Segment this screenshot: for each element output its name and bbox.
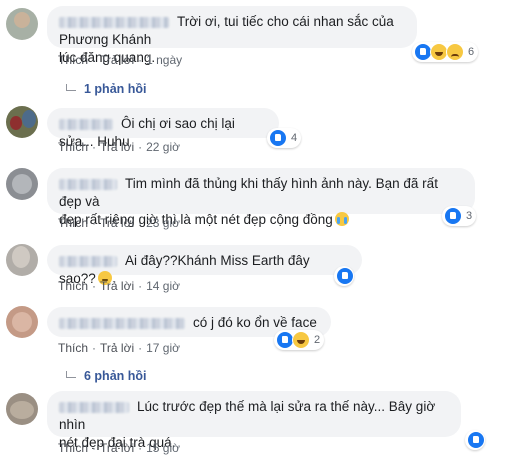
reaction-count: 4 xyxy=(291,132,298,144)
comment-actions: Thích · Trả lời · 15 giờ xyxy=(58,441,180,455)
sad-reaction-icon xyxy=(446,43,464,61)
view-replies-link[interactable]: 6 phản hồi xyxy=(66,369,147,383)
like-link[interactable]: Thích xyxy=(58,341,88,355)
comment-actions: Thích · Trả lời · 23 giờ xyxy=(58,216,180,230)
comment-bubble: Trời ơi, tui tiếc cho cái nhan sắc của P… xyxy=(47,6,417,65)
reaction-summary[interactable]: 4 xyxy=(267,128,302,148)
comment-actions: Thích · Trả lời · 17 giờ xyxy=(58,341,180,355)
author-name-redacted[interactable] xyxy=(59,255,117,267)
avatar[interactable] xyxy=(6,393,38,425)
comment-bubble: Ôi chị ơi sao chị lại sửa... Huhu xyxy=(47,108,279,149)
avatar[interactable] xyxy=(6,306,38,338)
reaction-count: 2 xyxy=(314,334,321,346)
reply-link[interactable]: Trả lời xyxy=(100,441,134,455)
comment-text: có j đó ko ổn về face xyxy=(193,315,317,330)
timestamp[interactable]: 22 giờ xyxy=(146,140,180,154)
like-reaction-icon xyxy=(467,431,485,449)
reaction-summary[interactable]: 6 xyxy=(412,42,479,62)
comment-actions: Thích · Trả lời · 14 giờ xyxy=(58,279,180,293)
reply-arrow-icon xyxy=(66,371,76,378)
reply-link[interactable]: Trả lời xyxy=(100,279,134,293)
author-name-redacted[interactable] xyxy=(59,118,113,130)
timestamp[interactable]: 15 giờ xyxy=(146,441,180,455)
comment-actions: Thích · Trả lời · 1 ngày xyxy=(58,53,183,67)
like-link[interactable]: Thích xyxy=(58,216,88,230)
reaction-count: 6 xyxy=(468,46,475,58)
like-link[interactable]: Thích xyxy=(58,279,88,293)
reply-link[interactable]: Trả lời xyxy=(100,53,134,67)
author-name-redacted[interactable] xyxy=(59,317,185,329)
avatar[interactable] xyxy=(6,8,38,40)
reaction-summary[interactable]: 2 xyxy=(274,330,325,350)
author-name-redacted[interactable] xyxy=(59,178,117,190)
like-reaction-icon xyxy=(336,267,354,285)
timestamp[interactable]: 23 giờ xyxy=(146,216,180,230)
timestamp[interactable]: 17 giờ xyxy=(146,341,180,355)
like-link[interactable]: Thích xyxy=(58,53,88,67)
reaction-summary[interactable] xyxy=(465,430,485,450)
author-name-redacted[interactable] xyxy=(59,16,169,28)
author-name-redacted[interactable] xyxy=(59,401,129,413)
avatar[interactable] xyxy=(6,106,38,138)
reply-link[interactable]: Trả lời xyxy=(100,140,134,154)
comment-bubble: Lúc trước đẹp thế mà lại sửa ra thế này.… xyxy=(47,391,461,450)
like-reaction-icon xyxy=(444,207,462,225)
like-reaction-icon xyxy=(269,129,287,147)
haha-reaction-icon xyxy=(292,331,310,349)
reaction-summary[interactable] xyxy=(334,266,354,286)
comment-actions: Thích · Trả lời · 22 giờ xyxy=(58,140,180,154)
avatar[interactable] xyxy=(6,244,38,276)
timestamp[interactable]: 14 giờ xyxy=(146,279,180,293)
reply-link[interactable]: Trả lời xyxy=(100,341,134,355)
like-link[interactable]: Thích xyxy=(58,140,88,154)
reply-link[interactable]: Trả lời xyxy=(100,216,134,230)
avatar[interactable] xyxy=(6,168,38,200)
reply-arrow-icon xyxy=(66,84,76,91)
crying-face-icon xyxy=(334,212,349,226)
comment-bubble: Ai đây??Khánh Miss Earth đây sao?? xyxy=(47,245,362,286)
reaction-summary[interactable]: 3 xyxy=(442,206,477,226)
timestamp[interactable]: 1 ngày xyxy=(146,53,182,67)
reaction-count: 3 xyxy=(466,210,473,222)
like-link[interactable]: Thích xyxy=(58,441,88,455)
comment-bubble: Tim mình đã thủng khi thấy hình ảnh này.… xyxy=(47,168,475,227)
view-replies-link[interactable]: 1 phản hồi xyxy=(66,82,147,96)
